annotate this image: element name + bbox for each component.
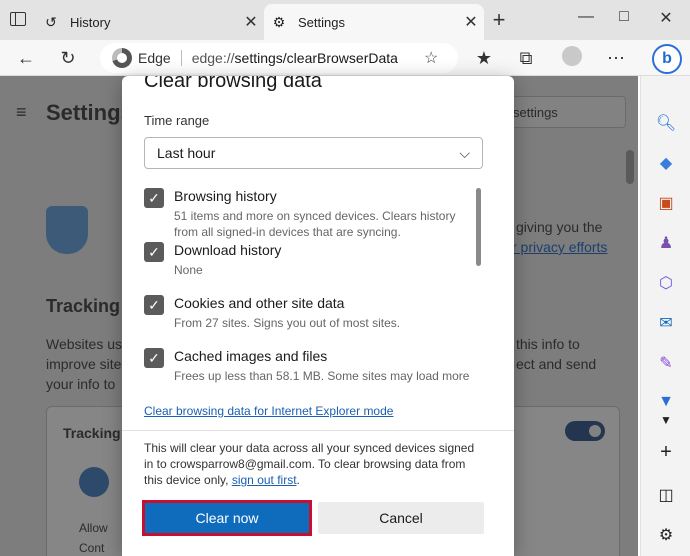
minimize-button[interactable]: — <box>574 8 598 26</box>
collections-icon[interactable]: ⧉ <box>514 46 538 70</box>
sign-out-link[interactable]: sign out first <box>232 473 297 487</box>
card-title: Tracking <box>63 425 121 441</box>
sync-info-text: This will clear your data across all you… <box>144 440 484 488</box>
time-range-select[interactable]: Last hour ⌵ <box>144 137 483 169</box>
window-close-button[interactable]: ✕ <box>654 8 678 28</box>
text-fragment: Websites us <box>46 336 122 352</box>
tab-label: Settings <box>298 14 345 30</box>
designer-icon[interactable]: ✎ <box>654 352 678 376</box>
option-cached-images[interactable]: ✓ Cached images and files Frees up less … <box>144 348 474 388</box>
tracking-toggle[interactable] <box>565 421 605 441</box>
page-scrollbar[interactable] <box>626 150 634 184</box>
option-title: Cached images and files <box>174 348 328 364</box>
option-title: Browsing history <box>174 188 277 204</box>
info-suffix: . <box>296 473 300 487</box>
shield-icon <box>46 206 88 254</box>
text-fragment: this info to <box>516 336 580 352</box>
option-title: Download history <box>174 242 282 258</box>
chevron-down-icon[interactable]: ▼ <box>654 408 678 432</box>
url-host: edge:// <box>191 50 235 66</box>
section-heading: Tracking <box>46 296 121 316</box>
option-description: 51 items and more on synced devices. Cle… <box>174 209 456 239</box>
profile-avatar[interactable] <box>562 46 582 66</box>
address-bar[interactable]: Edge edge:// settings/clearBrowserData <box>100 43 458 73</box>
more-options-icon[interactable]: ⋯ <box>604 46 628 70</box>
ie-mode-link[interactable]: Clear browsing data for Internet Explore… <box>144 404 393 418</box>
shopping-icon[interactable]: ◆ <box>654 152 678 176</box>
checkbox[interactable]: ✓ <box>144 188 164 208</box>
option-download-history[interactable]: ✓ Download history None <box>144 242 474 282</box>
time-range-label: Time range <box>144 113 210 128</box>
tab-label: History <box>70 14 111 30</box>
favorites-icon[interactable]: ★ <box>472 46 496 70</box>
menu-icon[interactable]: ≡ <box>16 102 27 123</box>
tracking-level-icon <box>79 467 109 497</box>
checkbox[interactable]: ✓ <box>144 348 164 368</box>
add-icon[interactable]: + <box>654 440 678 464</box>
bullet-item: Allow <box>79 521 108 535</box>
tab-history[interactable]: ↺ History ✕ <box>6 4 264 40</box>
add-favorite-icon[interactable]: ☆ <box>424 48 438 68</box>
cancel-button[interactable]: Cancel <box>318 502 484 534</box>
option-description: Frees up less than 58.1 MB. Some sites m… <box>174 369 470 383</box>
outlook-icon[interactable]: ✉ <box>654 312 678 336</box>
text-fragment: improve site <box>46 356 122 372</box>
divider <box>122 430 514 431</box>
search-input[interactable]: settings <box>504 96 626 128</box>
option-title: Cookies and other site data <box>174 295 345 311</box>
clear-browsing-data-dialog: Clear browsing data Time range Last hour… <box>122 76 514 556</box>
new-tab-button[interactable]: + <box>488 8 510 32</box>
option-description: None <box>174 263 203 277</box>
text-fragment: giving you the <box>516 219 603 235</box>
option-browsing-history[interactable]: ✓ Browsing history 51 items and more on … <box>144 188 474 239</box>
close-icon[interactable]: ✕ <box>238 12 264 32</box>
chevron-down-icon: ⌵ <box>459 145 470 161</box>
sidebar-toggle-icon[interactable]: ◫ <box>654 484 678 508</box>
maximize-button[interactable]: □ <box>612 8 636 26</box>
dialog-scrollbar[interactable] <box>476 188 481 266</box>
games-icon[interactable]: ♟ <box>654 232 678 256</box>
search-icon[interactable]: 🔍︎ <box>654 112 678 136</box>
url-path: settings/clearBrowserData <box>234 50 398 66</box>
gear-icon: ⚙ <box>272 13 286 30</box>
bullet-item: Cont <box>79 541 105 555</box>
tab-strip: ↺ History ✕ ⚙ Settings ✕ + — □ ✕ <box>0 0 690 40</box>
checkbox[interactable]: ✓ <box>144 242 164 262</box>
option-description: From 27 sites. Signs you out of most sit… <box>174 316 401 330</box>
time-range-value: Last hour <box>157 145 216 161</box>
checkbox[interactable]: ✓ <box>144 295 164 315</box>
option-cookies[interactable]: ✓ Cookies and other site data From 27 si… <box>144 295 474 335</box>
back-button[interactable]: ← <box>14 46 38 70</box>
page-title: Settings <box>46 100 133 125</box>
toolbar: ← ↻ Edge edge:// settings/clearBrowserDa… <box>0 40 690 76</box>
divider <box>180 50 182 66</box>
dialog-title: Clear browsing data <box>144 76 322 92</box>
text-fragment: your info to <box>46 376 116 392</box>
search-placeholder: settings <box>513 105 558 120</box>
bing-copilot-icon[interactable]: b <box>652 44 682 74</box>
info-text: This will clear your data across all you… <box>144 441 475 487</box>
browser-label: Edge <box>138 50 171 66</box>
tools-icon[interactable]: ▣ <box>654 192 678 216</box>
clear-now-button[interactable]: Clear now <box>142 500 312 536</box>
close-icon[interactable]: ✕ <box>458 12 484 32</box>
text-fragment: ect and send <box>516 356 597 372</box>
edge-icon <box>112 48 132 68</box>
edge-sidebar: 🔍︎ ◆ ▣ ♟ ⬡ ✉ ✎ ▼ ▼ + ◫ ⚙ <box>640 76 690 556</box>
microsoft365-icon[interactable]: ⬡ <box>654 272 678 296</box>
refresh-button[interactable]: ↻ <box>56 46 80 70</box>
privacy-link[interactable]: r privacy efforts <box>512 239 607 255</box>
history-icon: ↺ <box>45 13 57 30</box>
gear-icon[interactable]: ⚙ <box>654 524 678 548</box>
tab-settings[interactable]: ⚙ Settings ✕ <box>264 4 484 40</box>
